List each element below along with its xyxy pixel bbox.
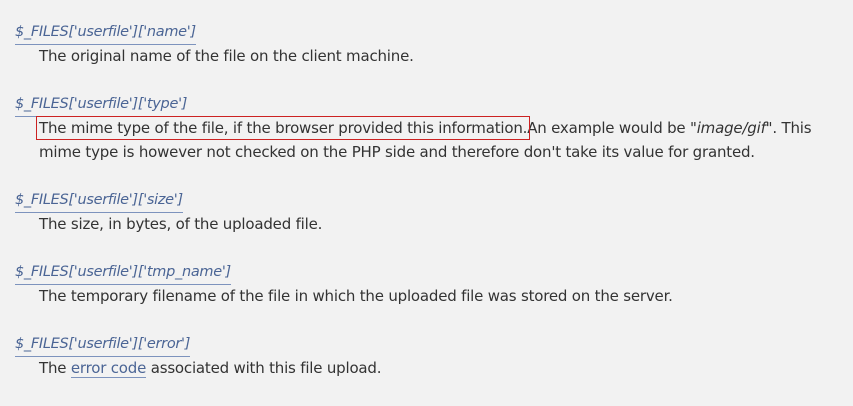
term-link-name[interactable]: $_FILES['userfile']['name'] — [15, 20, 196, 45]
term-link-tmp-name[interactable]: $_FILES['userfile']['tmp_name'] — [15, 260, 231, 285]
description-tmp-name: The temporary filename of the file in wh… — [39, 287, 673, 305]
description-error: The error code associated with this file… — [39, 356, 829, 380]
highlighted-text: The mime type of the file, if the browse… — [35, 116, 531, 140]
description-type-part2: ". This — [765, 119, 812, 137]
error-code-link[interactable]: error code — [70, 359, 146, 378]
description-name: The original name of the file on the cli… — [39, 47, 414, 65]
definition-entry-type: $_FILES['userfile']['type'] The mime typ… — [15, 92, 812, 161]
definition-entry-error: $_FILES['userfile']['error'] The error c… — [15, 332, 382, 378]
description-type-line2: mime type is however not checked on the … — [39, 143, 755, 161]
description-type: The mime type of the file, if the browse… — [35, 116, 829, 140]
term-link-size[interactable]: $_FILES['userfile']['size'] — [15, 188, 183, 213]
term-link-type[interactable]: $_FILES['userfile']['type'] — [15, 92, 187, 117]
term-link-error[interactable]: $_FILES['userfile']['error'] — [15, 332, 190, 357]
description-error-before: The — [39, 359, 71, 377]
description-type-emphasis: image/gif — [696, 119, 766, 137]
description-type-part1: An example would be " — [527, 119, 697, 137]
description-size: The size, in bytes, of the uploaded file… — [39, 215, 323, 233]
description-error-after: associated with this file upload. — [146, 359, 382, 377]
definition-entry-name: $_FILES['userfile']['name'] The original… — [15, 20, 414, 65]
definition-entry-size: $_FILES['userfile']['size'] The size, in… — [15, 188, 322, 233]
definition-entry-tmp-name: $_FILES['userfile']['tmp_name'] The temp… — [15, 260, 673, 305]
